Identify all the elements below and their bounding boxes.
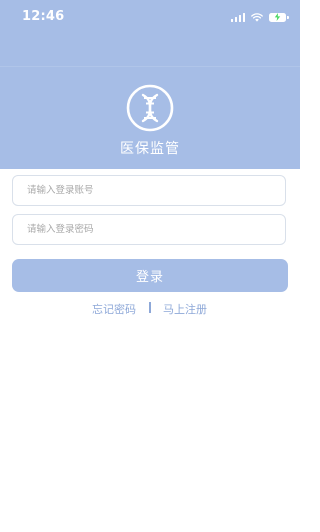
status-time: 12:46 bbox=[22, 9, 65, 24]
wifi-icon bbox=[251, 12, 263, 22]
signal-icon bbox=[230, 12, 245, 22]
login-button[interactable]: 登录 bbox=[12, 259, 288, 292]
account-input[interactable] bbox=[12, 175, 286, 206]
nav-bar bbox=[0, 34, 300, 67]
status-icons bbox=[230, 11, 289, 23]
app-title: 医保监管 bbox=[120, 141, 180, 157]
link-divider bbox=[149, 302, 151, 313]
auth-links: 忘记密码 马上注册 bbox=[0, 301, 300, 317]
header-banner: 12:46 医保监管 bbox=[0, 0, 300, 169]
dna-icon bbox=[126, 84, 174, 132]
battery-charging-icon bbox=[269, 12, 289, 22]
password-input[interactable] bbox=[12, 214, 286, 245]
register-link[interactable]: 马上注册 bbox=[163, 301, 207, 317]
status-bar: 12:46 bbox=[0, 0, 300, 34]
forgot-password-link[interactable]: 忘记密码 bbox=[92, 301, 136, 317]
